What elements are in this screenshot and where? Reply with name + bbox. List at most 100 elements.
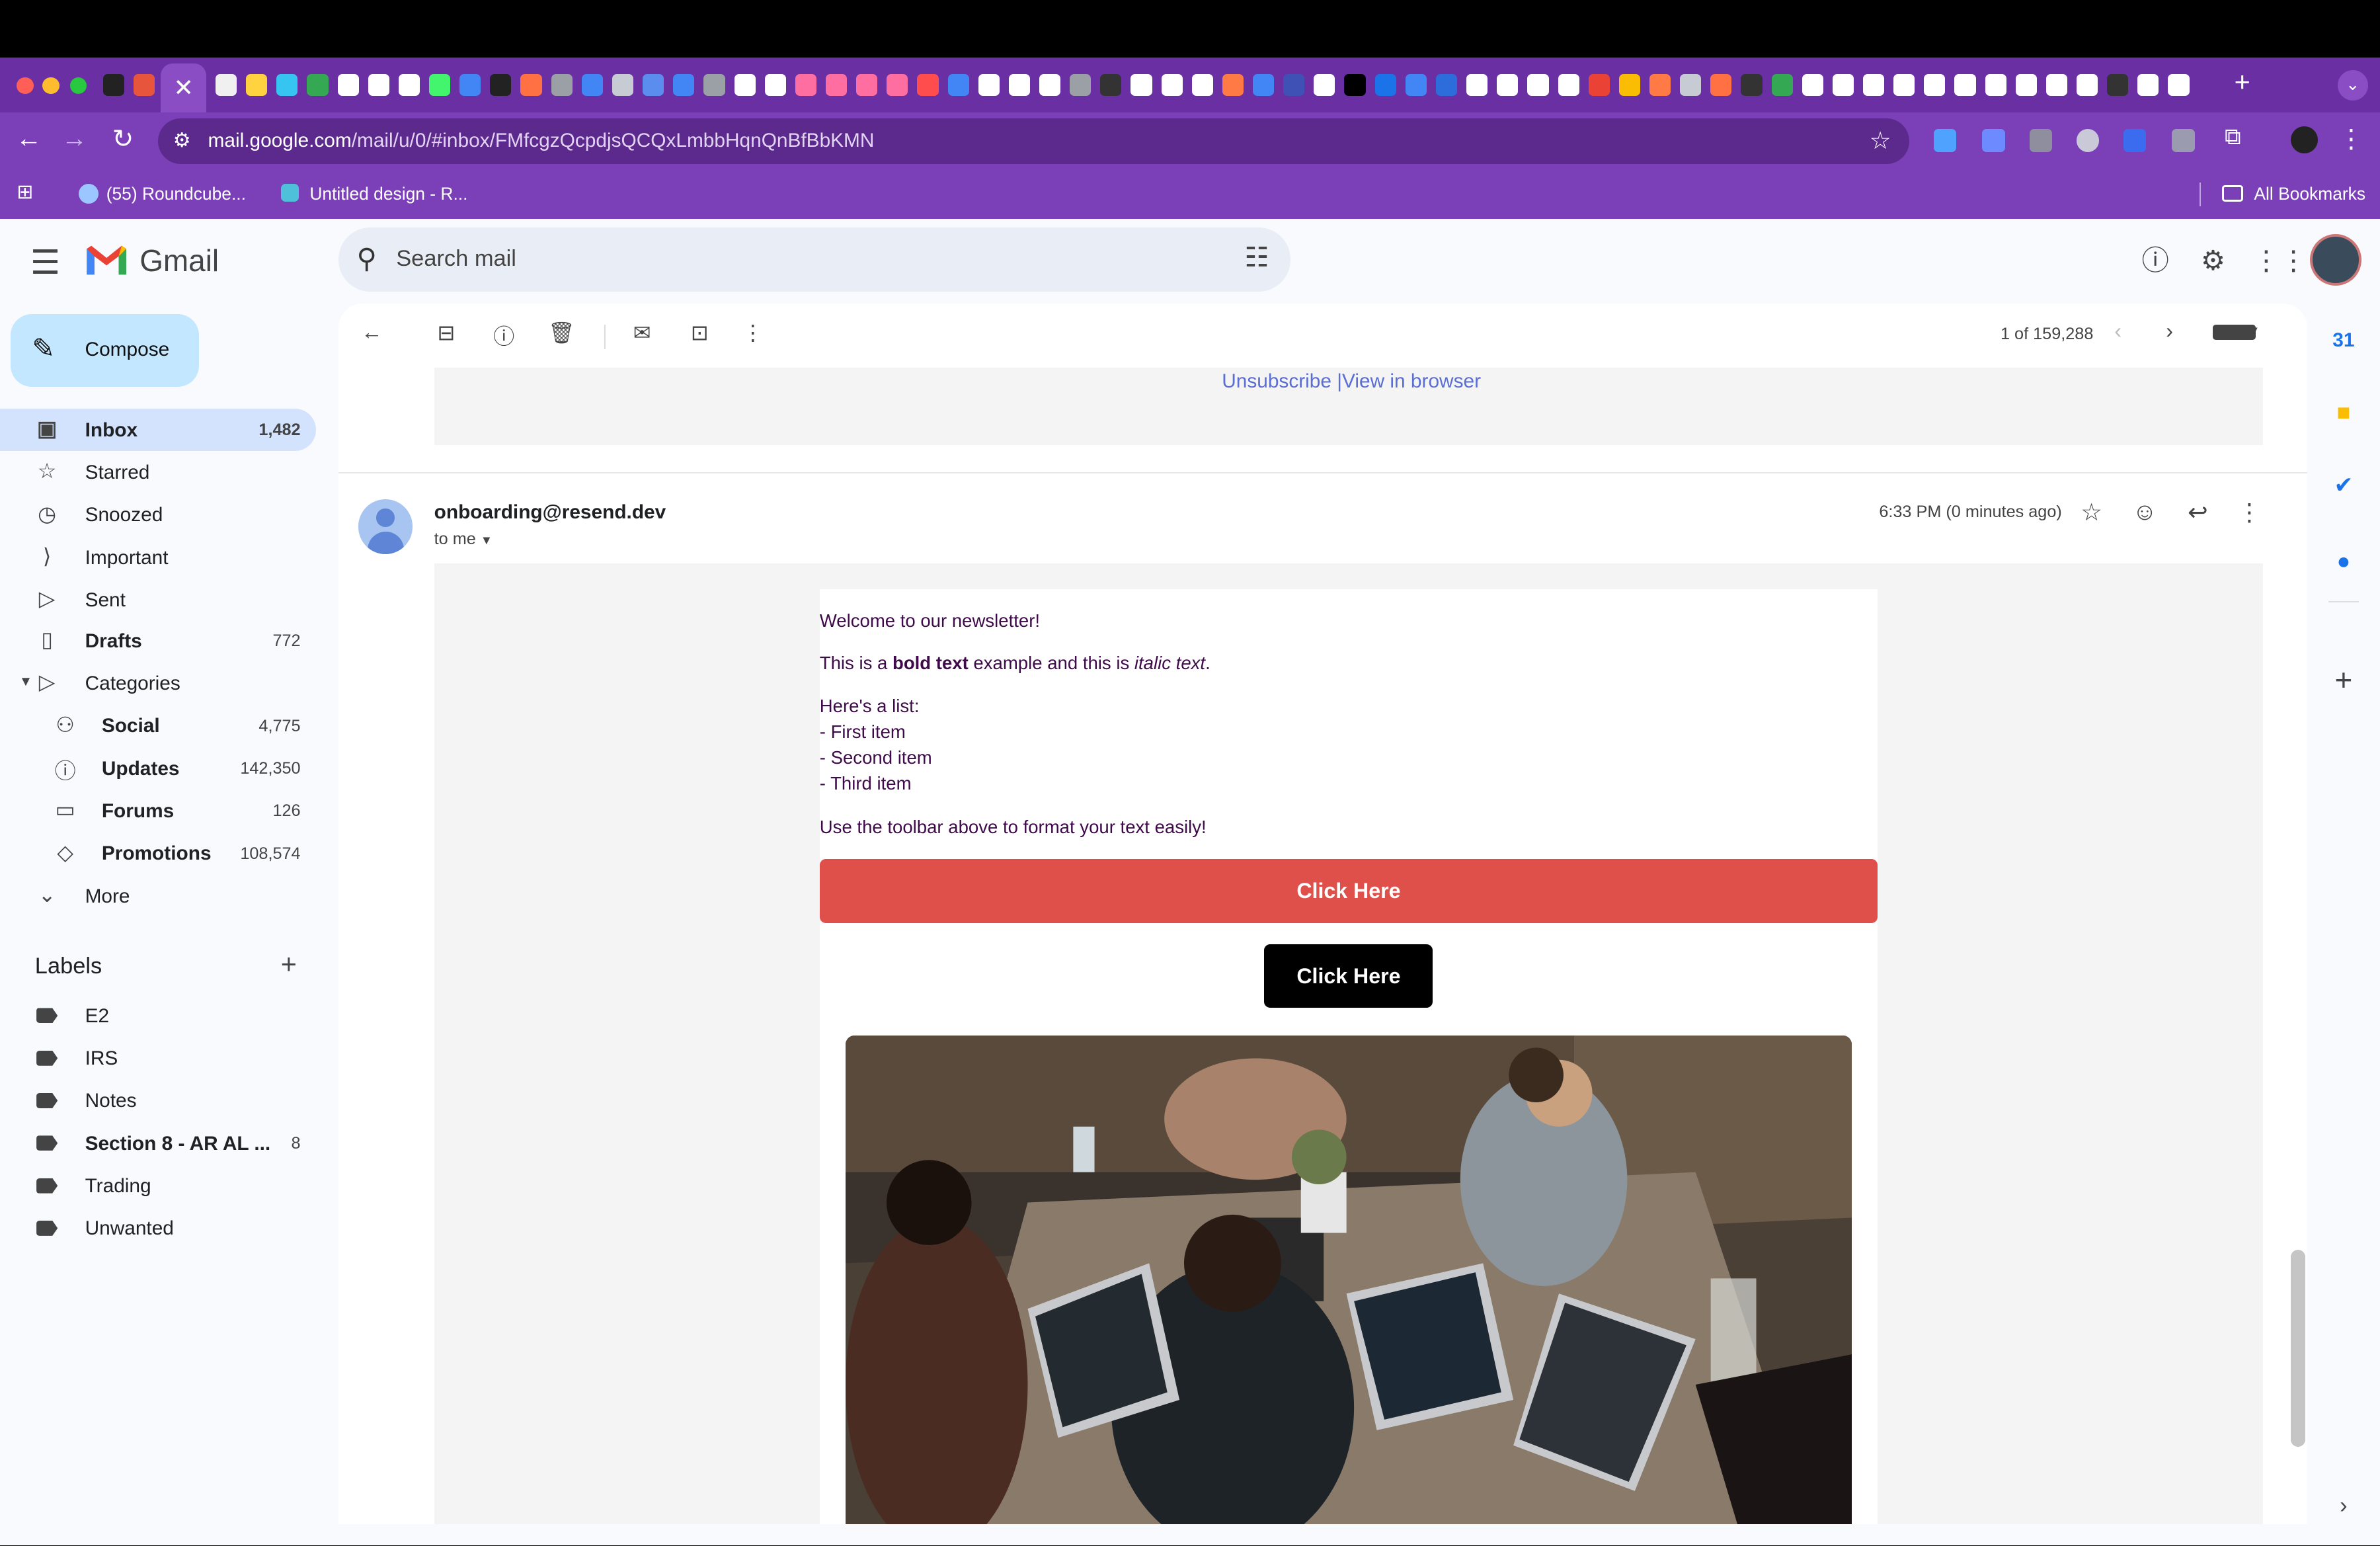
new-tab-button[interactable]: + <box>2235 67 2250 98</box>
search-icon[interactable]: ⚲ <box>357 243 377 274</box>
label-item[interactable]: Section 8 - AR AL ... 8 <box>0 1122 316 1164</box>
tab-favicon[interactable] <box>1771 74 1793 96</box>
report-spam-icon[interactable]: ⓘ <box>487 320 521 350</box>
extension-icon[interactable] <box>1933 129 1957 152</box>
sender-avatar[interactable] <box>358 499 413 554</box>
tab-favicon[interactable] <box>459 74 481 96</box>
input-tools-caret-icon[interactable]: ▼ <box>2248 323 2260 338</box>
account-avatar[interactable] <box>2310 233 2362 286</box>
tab-favicon[interactable] <box>246 74 268 96</box>
tab-favicon[interactable] <box>1039 74 1061 96</box>
star-icon[interactable]: ☆ <box>2075 498 2108 526</box>
sidebar-item-important[interactable]: ⟩ Important <box>0 536 316 578</box>
apps-grid-icon[interactable]: ⊞ <box>17 181 33 204</box>
forward-arrow-icon[interactable]: → <box>58 124 91 153</box>
sidebar-item-snoozed[interactable]: ◷ Snoozed <box>0 493 316 536</box>
label-item[interactable]: E2 <box>0 995 316 1037</box>
tab-favicon[interactable] <box>917 74 939 96</box>
tab-favicon[interactable] <box>2045 74 2067 96</box>
tab-favicon[interactable] <box>1710 74 1732 96</box>
tab-favicon[interactable] <box>307 74 329 96</box>
emoji-reaction-icon[interactable]: ☺ <box>2128 498 2162 526</box>
tab-favicon[interactable] <box>490 74 512 96</box>
tab-search-button[interactable]: ⌄ <box>2337 69 2368 101</box>
reload-icon[interactable]: ↻ <box>106 124 140 154</box>
tab-favicon[interactable] <box>1405 74 1427 96</box>
sidebar-item-updates[interactable]: ⓘ Updates 142,350 <box>0 747 316 790</box>
older-chevron-icon[interactable]: › <box>2166 319 2173 343</box>
tab-favicon[interactable] <box>1314 74 1335 96</box>
tab-favicon[interactable] <box>825 74 848 96</box>
browser-menu-icon[interactable]: ⋮ <box>2334 124 2368 154</box>
tab-favicon[interactable] <box>1802 74 1823 96</box>
tab-favicon[interactable] <box>1618 74 1640 96</box>
tab-favicon[interactable] <box>612 74 634 96</box>
tab-favicon[interactable] <box>1100 74 1122 96</box>
tab-favicon[interactable] <box>643 74 664 96</box>
tab-favicon[interactable] <box>1741 74 1763 96</box>
more-actions-icon[interactable]: ⋮ <box>736 320 770 345</box>
tab-favicon[interactable] <box>856 74 878 96</box>
contacts-icon[interactable]: ● <box>2325 544 2361 580</box>
click-here-black-button[interactable]: Click Here <box>1264 944 1433 1008</box>
tab-favicon[interactable] <box>276 74 298 96</box>
search-options-icon[interactable]: ☷ <box>1244 241 1269 273</box>
click-here-red-button[interactable]: Click Here <box>819 859 1878 923</box>
keep-icon[interactable]: ■ <box>2325 395 2361 431</box>
label-item[interactable]: Notes <box>0 1079 316 1121</box>
tab-favicon[interactable] <box>1924 74 1946 96</box>
sidebar-item-social[interactable]: ⚇ Social 4,775 <box>0 704 316 747</box>
sidebar-item-drafts[interactable]: ▯ Drafts 772 <box>0 620 316 662</box>
tab-favicon[interactable] <box>1191 74 1213 96</box>
tab-favicon[interactable] <box>134 74 155 96</box>
tab-favicon[interactable] <box>1527 74 1549 96</box>
gmail-logo-icon[interactable] <box>85 243 128 276</box>
tab-favicon[interactable] <box>703 74 725 96</box>
tab-favicon[interactable] <box>1680 74 1702 96</box>
sidebar-item-categories[interactable]: ▼ ▷ Categories <box>0 662 316 704</box>
tab-favicon[interactable] <box>337 74 359 96</box>
get-addons-icon[interactable]: + <box>2325 662 2361 698</box>
bookmark-untitled-design[interactable]: Untitled design - R... <box>309 184 467 204</box>
sidebar-item-forums[interactable]: ▭ Forums 126 <box>0 790 316 832</box>
tab-favicon[interactable] <box>887 74 908 96</box>
address-bar[interactable]: ⚙ mail.google.com/mail/u/0/#inbox/FMfcgz… <box>157 118 1910 164</box>
tab-favicon[interactable] <box>1161 74 1183 96</box>
extensions-puzzle-icon[interactable]: ⧉ <box>2216 124 2250 150</box>
tab-favicon[interactable] <box>2107 74 2129 96</box>
active-tab[interactable]: ✕ <box>161 63 207 112</box>
tab-favicon[interactable] <box>2077 74 2098 96</box>
tab-favicon[interactable] <box>2137 74 2159 96</box>
extension-icon[interactable] <box>2123 129 2147 152</box>
tab-favicon[interactable] <box>1253 74 1275 96</box>
tab-favicon[interactable] <box>398 74 420 96</box>
archive-icon[interactable]: ⊟ <box>430 320 463 345</box>
create-label-button[interactable]: + <box>281 949 297 980</box>
tab-favicon[interactable] <box>764 74 786 96</box>
compose-button[interactable]: ✎ Compose <box>11 314 199 387</box>
sidebar-item-more[interactable]: ⌄ More <box>0 874 316 916</box>
unsubscribe-link[interactable]: Unsubscribe <box>1222 370 1331 392</box>
tab-favicon[interactable] <box>2168 74 2190 96</box>
bookmark-roundcube[interactable]: (55) Roundcube... <box>106 184 246 204</box>
back-to-inbox-icon[interactable]: ← <box>355 320 389 345</box>
sidebar-item-inbox[interactable]: ▣ Inbox 1,482 <box>0 408 316 451</box>
tab-favicon[interactable] <box>216 74 237 96</box>
tab-favicon[interactable] <box>1222 74 1244 96</box>
close-window-button[interactable] <box>17 77 34 95</box>
tab-favicon[interactable] <box>734 74 756 96</box>
move-to-icon[interactable]: ⊡ <box>683 320 717 345</box>
scrollbar-thumb[interactable] <box>2290 1249 2306 1447</box>
tab-favicon[interactable] <box>947 74 969 96</box>
tab-favicon[interactable] <box>1466 74 1488 96</box>
sender-email[interactable]: onboarding@resend.dev <box>434 501 666 524</box>
tab-favicon[interactable] <box>581 74 603 96</box>
tab-favicon[interactable] <box>1832 74 1854 96</box>
label-item[interactable]: Unwanted <box>0 1207 316 1249</box>
tab-favicon[interactable] <box>1283 74 1305 96</box>
tab-favicon[interactable] <box>795 74 816 96</box>
site-info-icon[interactable]: ⚙ <box>173 118 191 164</box>
recipient-details[interactable]: to me ▼ <box>434 530 493 549</box>
sidebar-item-sent[interactable]: ▷ Sent <box>0 579 316 621</box>
close-icon[interactable]: ✕ <box>173 74 194 101</box>
